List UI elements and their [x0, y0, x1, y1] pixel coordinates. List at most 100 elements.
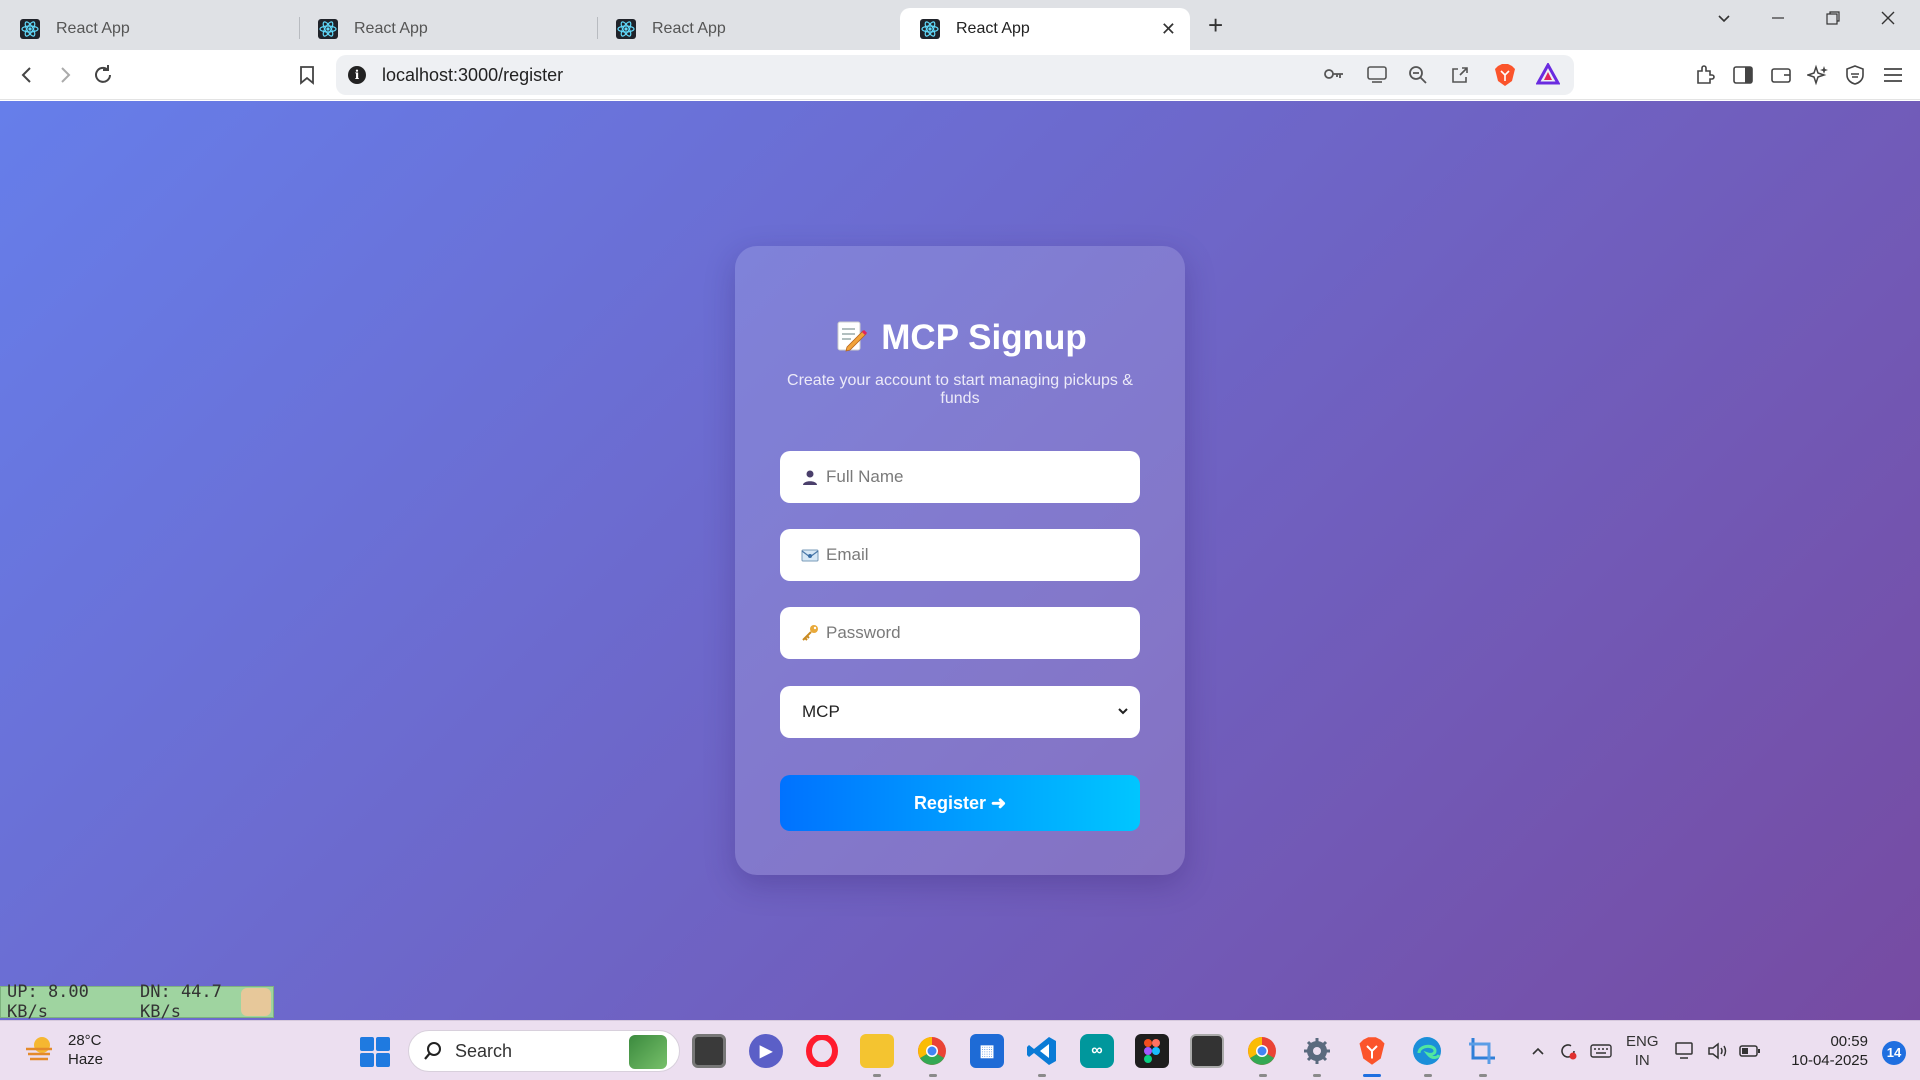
clock-time: 00:59 — [1830, 1033, 1868, 1050]
weather-haze-icon — [24, 1033, 56, 1068]
arduino-icon[interactable]: ∞ — [1080, 1034, 1114, 1068]
system-tray: ENG IN — [1530, 1021, 1761, 1080]
close-tab-icon[interactable]: ✕ — [1161, 19, 1176, 40]
cast-icon[interactable] — [1366, 65, 1388, 88]
app-running-indicator — [1038, 1074, 1046, 1077]
tab-search-chevron-icon[interactable] — [1716, 10, 1732, 31]
browser-toolbar: i localhost:3000/register — [0, 50, 1920, 100]
app-running-indicator — [929, 1074, 937, 1077]
address-bar[interactable]: i localhost:3000/register — [336, 55, 1574, 95]
zoom-out-icon[interactable] — [1408, 65, 1428, 90]
search-highlight-image — [629, 1035, 667, 1069]
react-icon — [318, 19, 338, 39]
tab-title: React App — [956, 20, 1030, 37]
battery-icon[interactable] — [1738, 1044, 1761, 1058]
taskbar-search-box[interactable]: Search — [408, 1030, 680, 1072]
teams-chat-icon[interactable]: ▶ — [749, 1034, 783, 1068]
chevron-up-icon[interactable] — [1530, 1043, 1546, 1059]
download-speed: DN: 44.7 KB/s — [140, 982, 222, 1022]
weather-temp: 28°C — [68, 1032, 102, 1049]
app-running-indicator — [1424, 1074, 1432, 1077]
react-icon — [20, 19, 40, 39]
brave-shields-icon[interactable] — [1494, 63, 1516, 92]
clock-date: 10-04-2025 — [1791, 1052, 1868, 1069]
upload-speed: UP: 8.00 KB/s — [7, 982, 89, 1022]
app-running-indicator — [1479, 1074, 1487, 1077]
figma-icon[interactable] — [1135, 1034, 1169, 1068]
sync-icon[interactable] — [1558, 1041, 1578, 1061]
brave-rewards-icon[interactable] — [1535, 61, 1561, 90]
role-select[interactable]: MCP — [780, 686, 1140, 738]
brave-browser-icon[interactable] — [1355, 1034, 1389, 1068]
browser-tab-active[interactable]: React App ✕ — [900, 8, 1190, 50]
weather-desc: Haze — [68, 1051, 104, 1068]
new-tab-icon[interactable]: + — [1208, 12, 1223, 38]
memo-icon — [833, 319, 868, 353]
signup-card: MCP Signup Create your account to start … — [735, 246, 1185, 875]
app-running-indicator — [873, 1074, 881, 1077]
windows-taskbar: 28°C Haze Search ▶ ▦ ∞ ENG IN 00:59 10-0… — [0, 1020, 1920, 1080]
file-explorer-icon[interactable] — [860, 1034, 894, 1068]
task-view-icon[interactable] — [692, 1034, 726, 1068]
keyboard-icon[interactable] — [1590, 1043, 1612, 1059]
password-placeholder: Password — [826, 623, 901, 642]
signup-title-text: MCP Signup — [881, 318, 1087, 357]
share-icon[interactable] — [1450, 65, 1470, 90]
mascot-avatar — [241, 988, 271, 1016]
tab-title: React App — [652, 20, 726, 37]
game-app-icon[interactable] — [1190, 1034, 1224, 1068]
snipping-tool-icon[interactable] — [1465, 1034, 1499, 1068]
chevron-down-icon — [1116, 704, 1130, 723]
browser-tab-strip: React App React App React App React App … — [0, 0, 1920, 50]
reload-icon[interactable] — [90, 62, 116, 88]
search-icon — [423, 1041, 443, 1061]
notification-badge[interactable]: 14 — [1882, 1041, 1906, 1065]
extensions-icon[interactable] — [1692, 62, 1718, 88]
app-running-indicator — [1313, 1074, 1321, 1077]
edge-icon[interactable] — [1410, 1034, 1444, 1068]
email-input[interactable]: Email — [780, 529, 1140, 581]
chrome-profile-icon[interactable] — [1245, 1034, 1279, 1068]
app-active-indicator — [1363, 1074, 1381, 1077]
taskbar-clock[interactable]: 00:59 10-04-2025 — [1791, 1032, 1868, 1070]
react-icon — [920, 19, 940, 39]
language-indicator[interactable]: ENG IN — [1626, 1032, 1659, 1070]
volume-icon[interactable] — [1707, 1041, 1729, 1061]
key-icon[interactable] — [1323, 65, 1345, 88]
register-button[interactable]: Register ➜ — [780, 775, 1140, 831]
site-info-icon[interactable]: i — [348, 66, 366, 84]
sidebar-icon[interactable] — [1730, 62, 1756, 88]
bookmark-icon[interactable] — [294, 62, 320, 88]
signup-title: MCP Signup — [735, 318, 1185, 358]
browser-tab[interactable]: React App — [0, 8, 300, 50]
windows-start-icon[interactable] — [360, 1037, 390, 1067]
language-code: ENG — [1626, 1033, 1659, 1050]
password-input[interactable]: Password — [780, 607, 1140, 659]
browser-tab[interactable]: React App — [596, 8, 896, 50]
wallet-icon[interactable] — [1768, 62, 1794, 88]
leo-ai-icon[interactable] — [1805, 62, 1831, 88]
vscode-icon[interactable] — [1025, 1034, 1059, 1068]
network-monitor-icon[interactable] — [1674, 1041, 1697, 1061]
settings-gear-icon[interactable] — [1300, 1034, 1334, 1068]
minimize-icon[interactable] — [1770, 10, 1786, 31]
chrome-icon[interactable] — [915, 1034, 949, 1068]
app-running-indicator — [1259, 1074, 1267, 1077]
full-name-input[interactable]: Full Name — [780, 451, 1140, 503]
page-background: MCP Signup Create your account to start … — [0, 101, 1920, 1022]
menu-icon[interactable] — [1880, 62, 1906, 88]
email-icon — [800, 545, 820, 565]
back-icon[interactable] — [14, 62, 40, 88]
restore-icon[interactable] — [1825, 10, 1841, 31]
browser-tab[interactable]: React App — [298, 8, 598, 50]
user-icon — [800, 467, 820, 487]
close-window-icon[interactable] — [1880, 10, 1896, 31]
vpn-shield-icon[interactable] — [1842, 62, 1868, 88]
weather-widget[interactable]: 28°C Haze — [24, 1031, 103, 1069]
url-text[interactable]: localhost:3000/register — [382, 65, 563, 86]
microsoft-store-icon[interactable]: ▦ — [970, 1034, 1004, 1068]
role-selected-value: MCP — [802, 702, 840, 721]
tab-title: React App — [354, 20, 428, 37]
forward-icon[interactable] — [52, 62, 78, 88]
opera-icon[interactable] — [805, 1034, 839, 1068]
